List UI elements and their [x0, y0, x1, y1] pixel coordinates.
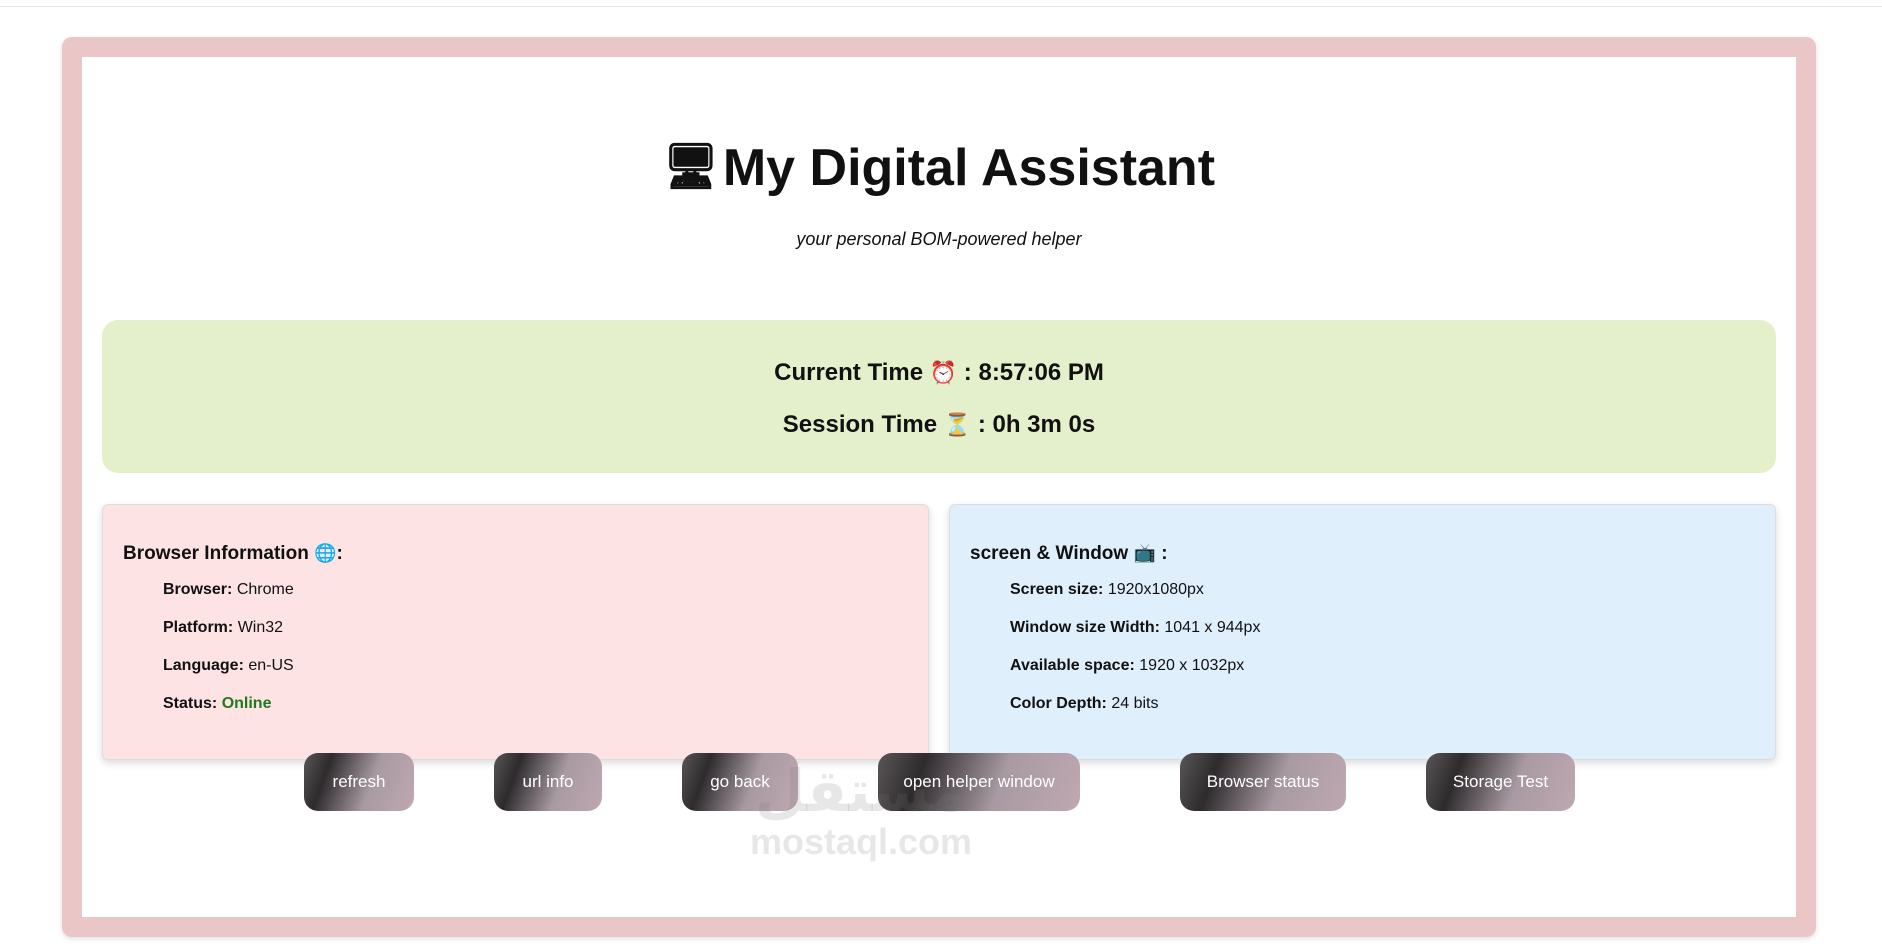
current-time-label: Current Time [774, 359, 924, 386]
language-value: en-US [248, 657, 294, 674]
session-time-separator: : [977, 411, 986, 438]
color-depth-value: 24 bits [1111, 695, 1159, 712]
session-time-line: Session Time ⏳ : 0h 3m 0s [102, 410, 1776, 440]
browser-key: Browser: [163, 581, 233, 598]
screen-window-title: screen & Window 📺 : [970, 543, 1755, 565]
refresh-button[interactable]: refresh [304, 753, 414, 811]
page-title-text: My Digital Assistant [722, 139, 1216, 197]
screen-size-key: Screen size: [1010, 581, 1104, 598]
platform-row: Platform: Win32 [163, 619, 908, 637]
time-panel: Current Time ⏰ : 8:57:06 PM Session Time… [102, 320, 1776, 473]
current-time-separator: : [963, 359, 972, 386]
page-subtitle: your personal BOM-powered helper [796, 229, 1082, 250]
screen-window-title-text: screen & Window [970, 543, 1129, 564]
go-back-button[interactable]: go back [682, 753, 798, 811]
screen-window-card: screen & Window 📺 : Screen size: 1920x10… [949, 504, 1776, 760]
platform-value: Win32 [237, 619, 284, 636]
current-time-line: Current Time ⏰ : 8:57:06 PM [102, 358, 1776, 388]
window-size-key: Window size Width: [1010, 619, 1160, 636]
browser-status-button[interactable]: Browser status [1180, 753, 1346, 811]
open-helper-window-button[interactable]: open helper window [878, 753, 1080, 811]
browser-row: Browser: Chrome [163, 581, 908, 599]
language-key: Language: [163, 657, 244, 674]
screen-size-value: 1920x1080px [1107, 581, 1204, 598]
top-divider [0, 6, 1882, 7]
status-key: Status: [163, 695, 218, 712]
available-space-key: Available space: [1010, 657, 1135, 674]
screen-size-row: Screen size: 1920x1080px [1010, 581, 1755, 599]
url-info-button[interactable]: url info [494, 753, 602, 811]
television-icon: 📺 [1133, 543, 1156, 563]
available-space-row: Available space: 1920 x 1032px [1010, 657, 1755, 675]
color-depth-key: Color Depth: [1010, 695, 1107, 712]
browser-info-title: Browser Information 🌐: [123, 543, 908, 565]
browser-info-card: Browser Information 🌐: Browser: Chrome P… [102, 504, 929, 760]
available-space-value: 1920 x 1032px [1139, 657, 1245, 674]
language-row: Language: en-US [163, 657, 908, 675]
browser-value: Chrome [236, 581, 294, 598]
platform-key: Platform: [163, 619, 234, 636]
browser-info-title-text: Browser Information [123, 543, 309, 564]
info-cards: Browser Information 🌐: Browser: Chrome P… [102, 504, 1776, 760]
screen-window-title-colon: : [1161, 543, 1168, 564]
window-size-value: 1041 x 944px [1164, 619, 1261, 636]
alarm-clock-icon: ⏰ [929, 360, 958, 385]
hourglass-icon: ⏳ [943, 412, 972, 437]
status-row: Status: Online [163, 695, 908, 713]
page-title: 🖥My Digital Assistant [82, 137, 1796, 199]
current-time-value: 8:57:06 PM [978, 359, 1104, 386]
status-badge: Online [221, 695, 272, 712]
computer-icon: 🖥 [662, 142, 719, 191]
browser-info-title-colon: : [336, 543, 343, 564]
globe-icon: 🌐 [314, 543, 337, 563]
storage-test-button[interactable]: Storage Test [1426, 753, 1575, 811]
session-time-value: 0h 3m 0s [992, 411, 1096, 438]
color-depth-row: Color Depth: 24 bits [1010, 695, 1755, 713]
session-time-label: Session Time [782, 411, 938, 438]
window-size-row: Window size Width: 1041 x 944px [1010, 619, 1755, 637]
